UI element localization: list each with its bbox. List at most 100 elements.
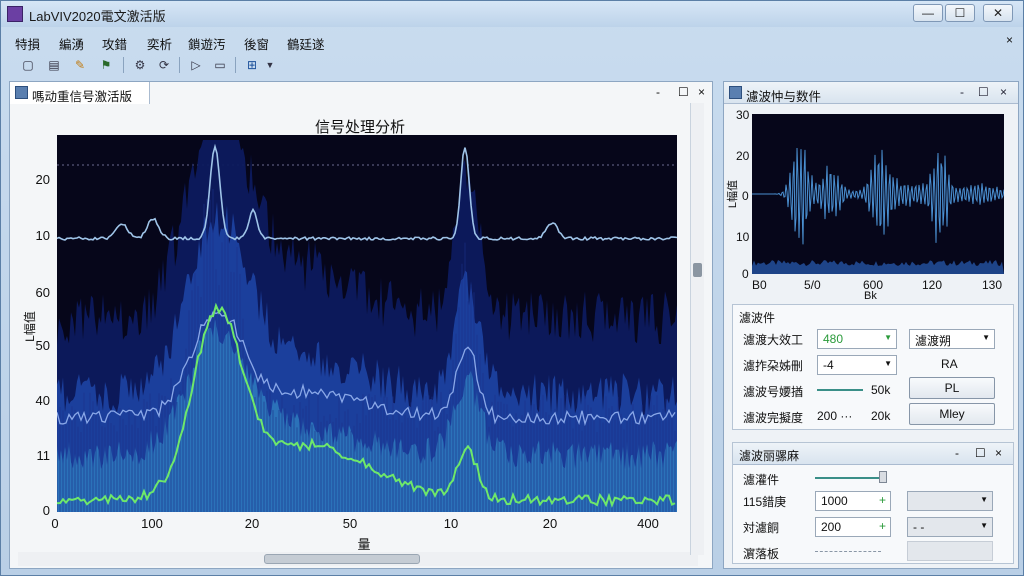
filter-waveform-plot[interactable]: [752, 114, 1004, 274]
menu-item-tools[interactable]: 鎖遊汚: [188, 34, 226, 53]
menu-item-file[interactable]: 特損: [15, 34, 40, 53]
filter-order-select[interactable]: 480 ▼: [817, 329, 897, 349]
panel-header: 嗎动重信号激活版: [10, 82, 150, 104]
maximize-panel-button[interactable]: ☐: [678, 85, 689, 99]
bandwidth-high: 20k: [871, 409, 891, 423]
maximize-button[interactable]: ☐: [945, 4, 975, 22]
window-size-input[interactable]: 200 +: [815, 517, 891, 537]
spectrum-svg: [57, 140, 677, 512]
filter-panel-icon: [729, 86, 742, 99]
select-value: - -: [913, 520, 925, 534]
bandwidth-low: 200 ···: [817, 409, 853, 423]
menu-bar: 特損 編湧 攻錯 奕析 鎖遊汚 後窗 鶴廷遂 ×: [1, 31, 1023, 53]
window-mode-select[interactable]: - - ▼: [907, 517, 993, 537]
field-label: 濾波完擬度: [743, 411, 804, 425]
y-tick: 40: [35, 393, 50, 408]
chevron-down-icon: ▼: [884, 333, 892, 342]
scroll-thumb[interactable]: [264, 554, 420, 564]
input-value: 200: [821, 520, 842, 534]
x-axis-label: Bk: [864, 290, 877, 302]
new-file-icon[interactable]: ▢: [19, 56, 37, 74]
field-label: 濾拃朶姊刪: [743, 359, 804, 373]
cycle-icon[interactable]: ⟳: [155, 56, 173, 74]
cutoff-slider[interactable]: [817, 389, 863, 391]
chevron-down-icon[interactable]: ▼: [261, 56, 279, 74]
x-tick: 130: [982, 278, 1003, 292]
waveform-trace: [752, 147, 1004, 245]
maximize-panel-button[interactable]: ☐: [975, 446, 986, 460]
vertical-scrollbar[interactable]: [690, 103, 704, 555]
increment-icon[interactable]: +: [879, 519, 886, 533]
x-tick: 50: [342, 516, 358, 531]
open-icon[interactable]: ▤: [45, 56, 63, 74]
group-header: 濾波丽骡麻 - ☐ ×: [733, 443, 1013, 465]
pencil-icon[interactable]: ✎: [71, 56, 89, 74]
forward-icon[interactable]: ▷: [187, 56, 205, 74]
x-tick: 120: [922, 278, 943, 292]
toolbar-divider: [123, 57, 124, 73]
gain-slider[interactable]: [815, 477, 881, 479]
chart-title: 信号处理分析: [314, 119, 405, 136]
flag-icon[interactable]: ⚑: [97, 56, 115, 74]
y-tick: 0: [742, 189, 749, 203]
envelope-trace: [57, 143, 677, 242]
menu-item-edit[interactable]: 編湧: [59, 34, 84, 53]
dashed-slider[interactable]: [815, 551, 881, 552]
pin-button[interactable]: -: [656, 85, 660, 99]
select-value: 濾渡朔: [915, 334, 952, 348]
slider-knob[interactable]: [879, 471, 887, 483]
disabled-field: [907, 541, 993, 561]
minimize-button[interactable]: —: [913, 4, 943, 22]
sample-mode-select[interactable]: ▼: [907, 491, 993, 511]
menu-close-icon[interactable]: ×: [1006, 33, 1013, 47]
waveform-floor: [752, 260, 1004, 274]
menu-item-analyze[interactable]: 奕析: [147, 34, 172, 53]
y-tick: 30: [736, 108, 750, 122]
y-axis-label: L幅值: [727, 179, 740, 209]
y-tick: 20: [736, 149, 750, 163]
y-tick: 20: [35, 172, 50, 187]
chevron-down-icon: ▼: [982, 333, 990, 342]
x-tick: B0: [752, 278, 767, 292]
x-tick: 10: [443, 516, 459, 531]
field-label: 濾渡大效工: [743, 333, 804, 347]
filter-type-select[interactable]: -4 ▼: [817, 355, 897, 375]
maximize-panel-button[interactable]: ☐: [978, 85, 989, 99]
chevron-down-icon: ▼: [884, 359, 892, 368]
y-axis-label: L幅值: [22, 311, 37, 342]
toolbar: ▢ ▤ ✎ ⚑ ⚙ ⟳ ▷ ▭ ⊞ ▼: [7, 53, 297, 77]
layout-icon[interactable]: ⊞: [243, 56, 261, 74]
window-icon[interactable]: ▭: [211, 56, 229, 74]
pin-button[interactable]: -: [955, 446, 959, 460]
app-logo-icon: [7, 6, 23, 22]
horizontal-scrollbar[interactable]: [18, 552, 698, 566]
pin-button[interactable]: -: [960, 85, 964, 99]
select-value: -4: [823, 358, 834, 372]
increment-icon[interactable]: +: [879, 493, 886, 507]
x-tick: 5/0: [804, 278, 821, 292]
x-tick: 0: [51, 516, 59, 531]
chart-panel-icon: [15, 86, 28, 99]
menu-item-view[interactable]: 攻錯: [102, 34, 127, 53]
scroll-thumb[interactable]: [693, 263, 702, 277]
filter-panel: 濾波忡与数件 - ☐ × 30 20 0 10 0 L幅值 B0 5/0 600…: [723, 81, 1019, 569]
field-label: 対濾餇: [743, 521, 780, 535]
close-button[interactable]: ✕: [983, 4, 1013, 22]
menu-item-help[interactable]: 鶴廷遂: [287, 34, 325, 53]
close-panel-button[interactable]: ×: [698, 85, 705, 99]
close-panel-button[interactable]: ×: [1000, 85, 1007, 99]
signal-chart-panel: 嗎动重信号激活版 - ☐ × 信号处理分析 20 10 60 50 40 11 …: [9, 81, 713, 569]
close-panel-button[interactable]: ×: [995, 446, 1002, 460]
field-label: 濵落板: [743, 547, 780, 561]
settings-icon[interactable]: ⚙: [131, 56, 149, 74]
ra-label: RA: [941, 357, 958, 371]
mley-button[interactable]: Mley: [909, 403, 995, 425]
chevron-down-icon: ▼: [980, 521, 988, 530]
spectrum-plot[interactable]: [57, 135, 677, 512]
menu-item-window[interactable]: 後窗: [244, 34, 269, 53]
title-bar: LabVIV2020電文激活版 — ☐ ✕: [1, 1, 1023, 27]
filter-settings-group: 濾波件 濾渡大效工 480 ▼ 濾拃朶姊刪 -4 ▼ 濾波号婹揂 50k 濾波完擬度…: [732, 304, 1014, 430]
pl-button[interactable]: PL: [909, 377, 995, 399]
sample-count-input[interactable]: 1000 +: [815, 491, 891, 511]
filter-mode-select[interactable]: 濾渡朔 ▼: [909, 329, 995, 349]
